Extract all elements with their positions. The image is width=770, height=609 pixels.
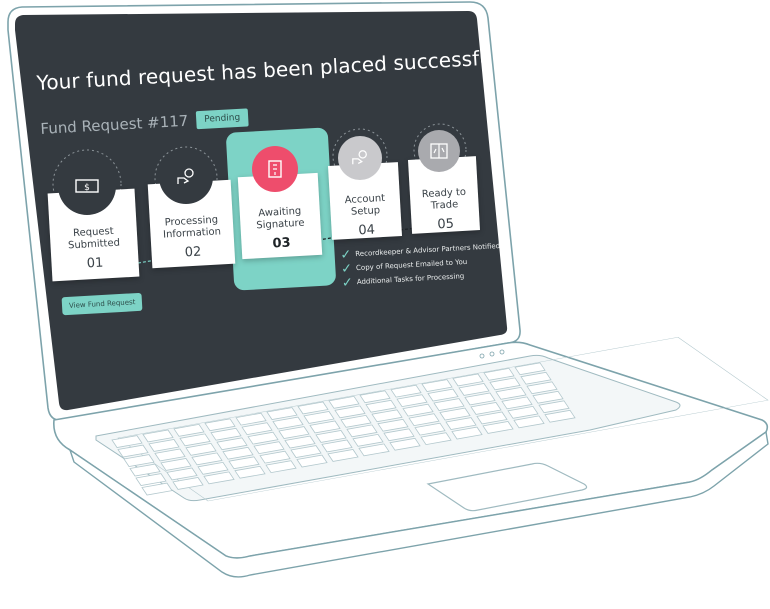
hand-coin-icon <box>159 150 213 204</box>
hand-coin-icon <box>338 136 382 180</box>
check-icon: ✓ <box>341 274 354 291</box>
cash-icon: $ <box>58 157 116 215</box>
document-signature-icon <box>252 146 298 192</box>
svg-text:$: $ <box>84 183 90 193</box>
checklist: ✓ Recordkeeper & Advisor Partners Notifie… <box>340 239 502 290</box>
trade-chart-icon <box>418 130 460 172</box>
